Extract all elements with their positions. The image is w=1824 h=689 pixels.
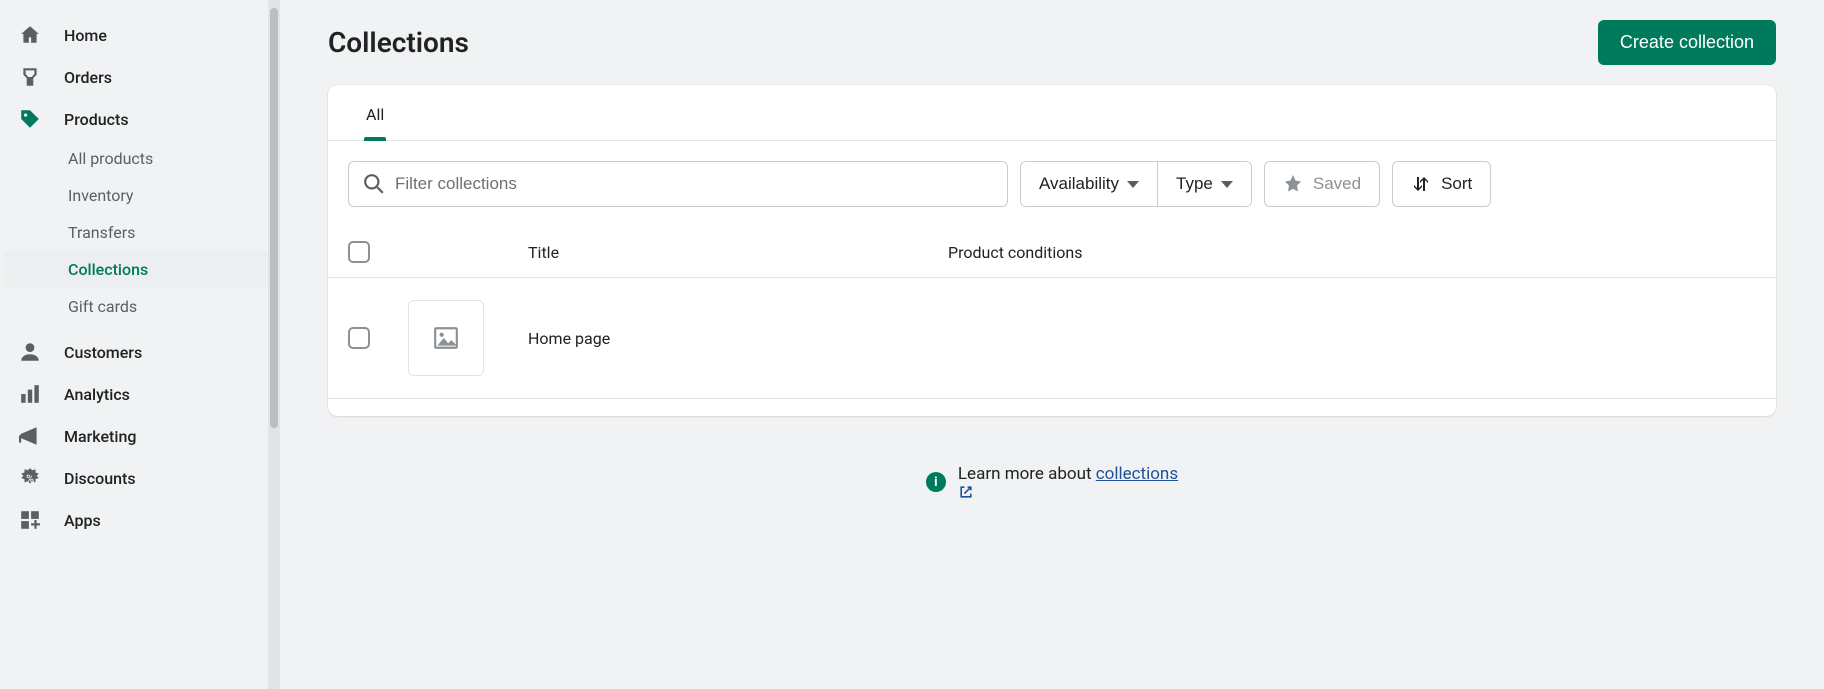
collection-thumbnail (408, 300, 484, 376)
collections-card: All Availability Type (328, 85, 1776, 416)
caret-down-icon (1127, 181, 1139, 188)
search-field[interactable] (348, 161, 1008, 207)
sidebar-item-label: Marketing (64, 427, 136, 446)
home-icon (18, 23, 42, 47)
sidebar-subitem-gift-cards[interactable]: Gift cards (4, 288, 272, 325)
discounts-icon: % (18, 466, 42, 490)
info-icon: i (926, 472, 946, 492)
filters-row: Availability Type Saved (328, 141, 1776, 227)
sidebar-subitem-label: Gift cards (68, 297, 137, 316)
sidebar-item-apps[interactable]: Apps (0, 499, 280, 541)
sidebar-item-label: Analytics (64, 385, 130, 404)
sidebar-subitem-label: Transfers (68, 223, 135, 242)
image-placeholder-icon (433, 325, 459, 351)
tab-label: All (366, 105, 384, 124)
sidebar-subitem-label: All products (68, 149, 153, 168)
availability-filter-button[interactable]: Availability (1021, 162, 1157, 206)
external-link-icon (958, 484, 1178, 500)
customers-icon (18, 340, 42, 364)
sidebar-subitem-label: Collections (68, 260, 148, 279)
sidebar: Home Orders Products All products Invent… (0, 0, 280, 689)
table-header: Title Product conditions (328, 227, 1776, 278)
tabs: All (328, 85, 1776, 141)
sidebar-item-label: Discounts (64, 469, 136, 488)
row-checkbox[interactable] (348, 327, 370, 349)
star-icon (1283, 174, 1303, 194)
type-filter-button[interactable]: Type (1157, 162, 1251, 206)
filter-group: Availability Type (1020, 161, 1252, 207)
scrollbar-thumb[interactable] (270, 8, 278, 428)
marketing-icon (18, 424, 42, 448)
column-header-title: Title (528, 243, 948, 262)
apps-icon (18, 508, 42, 532)
collections-help-link[interactable]: collections (1096, 464, 1178, 484)
page-header: Collections Create collection (328, 20, 1776, 65)
sidebar-subitem-transfers[interactable]: Transfers (4, 214, 272, 251)
caret-down-icon (1221, 181, 1233, 188)
column-header-conditions: Product conditions (948, 243, 1756, 262)
sidebar-item-marketing[interactable]: Marketing (0, 415, 280, 457)
sidebar-item-label: Customers (64, 343, 142, 362)
sidebar-subitem-collections[interactable]: Collections (4, 251, 272, 288)
filter-label: Availability (1039, 174, 1119, 194)
saved-button[interactable]: Saved (1264, 161, 1380, 207)
sidebar-subitem-inventory[interactable]: Inventory (4, 177, 272, 214)
orders-icon (18, 65, 42, 89)
sidebar-item-customers[interactable]: Customers (0, 331, 280, 373)
card-footer (328, 398, 1776, 416)
sort-button[interactable]: Sort (1392, 161, 1491, 207)
sidebar-item-label: Apps (64, 511, 101, 530)
tab-all[interactable]: All (346, 85, 404, 140)
search-input[interactable] (395, 174, 993, 194)
analytics-icon (18, 382, 42, 406)
products-icon (18, 107, 42, 131)
select-all-checkbox[interactable] (348, 241, 370, 263)
sort-icon (1411, 174, 1431, 194)
sidebar-item-analytics[interactable]: Analytics (0, 373, 280, 415)
learn-more-text: Learn more about collections (958, 464, 1178, 500)
main-content: Collections Create collection All Av (280, 0, 1824, 689)
search-icon (363, 173, 385, 195)
sidebar-item-label: Products (64, 110, 129, 129)
page-title: Collections (328, 26, 469, 59)
table-row[interactable]: Home page (328, 278, 1776, 398)
sidebar-item-label: Orders (64, 68, 112, 87)
sort-label: Sort (1441, 174, 1472, 194)
svg-text:%: % (26, 472, 34, 485)
sidebar-item-label: Home (64, 26, 107, 45)
saved-label: Saved (1313, 174, 1361, 194)
create-collection-button[interactable]: Create collection (1598, 20, 1776, 65)
sidebar-item-products[interactable]: Products (0, 98, 280, 140)
sidebar-subitem-all-products[interactable]: All products (4, 140, 272, 177)
learn-more: i Learn more about collections (328, 464, 1776, 500)
row-title: Home page (528, 329, 948, 348)
sidebar-item-orders[interactable]: Orders (0, 56, 280, 98)
sidebar-item-discounts[interactable]: % Discounts (0, 457, 280, 499)
filter-label: Type (1176, 174, 1213, 194)
sidebar-item-home[interactable]: Home (0, 14, 280, 56)
sidebar-scrollbar[interactable] (268, 0, 280, 689)
sidebar-subitem-label: Inventory (68, 186, 134, 205)
